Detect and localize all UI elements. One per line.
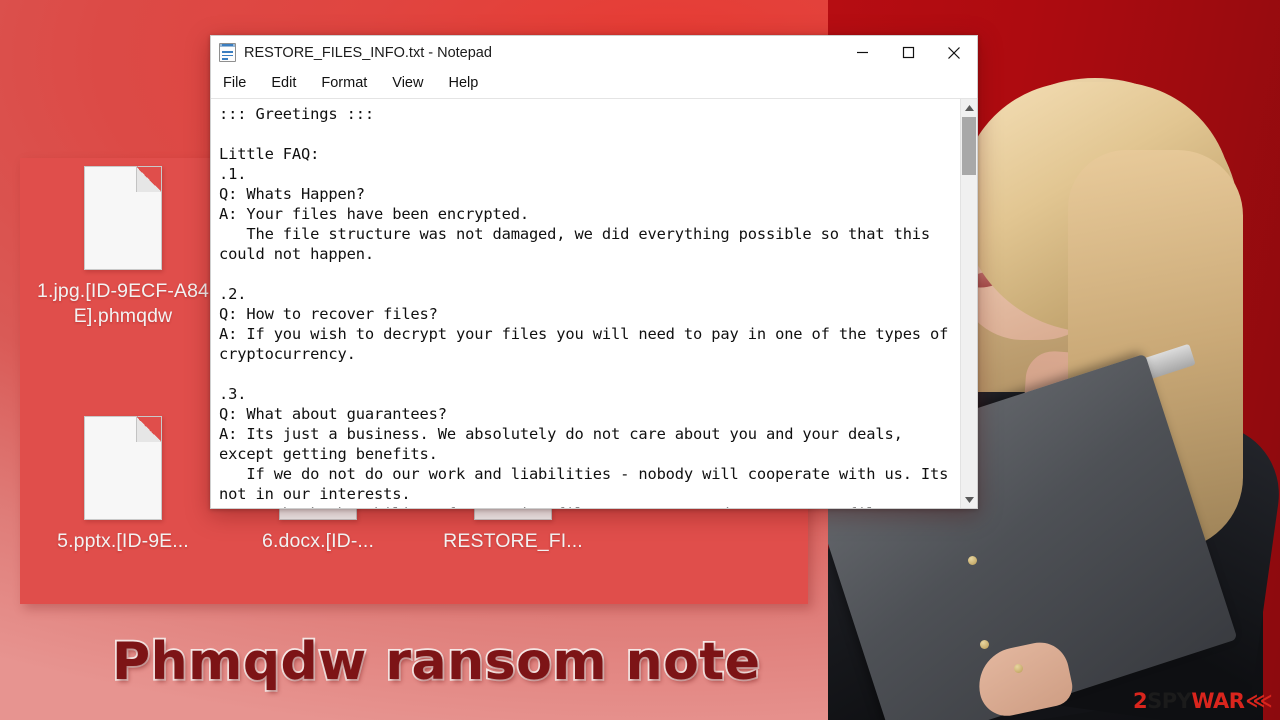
neck xyxy=(1020,349,1104,460)
scrollbar-thumb[interactable] xyxy=(962,117,976,175)
hair-strand xyxy=(1068,150,1243,550)
desktop-icon-5pptx[interactable]: 5.pptx.[ID-9E... xyxy=(28,416,218,554)
page-title: Phmqdw ransom note xyxy=(110,630,761,694)
screenshot-root: 1.jpg.[ID-9ECF-A84E].phmqdw 5.pptx.[ID-9… xyxy=(0,0,1280,720)
hand xyxy=(972,637,1076,720)
hair-front xyxy=(960,82,1232,332)
minimize-icon xyxy=(856,51,868,54)
title-bar[interactable]: RESTORE_FILES_INFO.txt - Notepad xyxy=(211,36,977,69)
desktop-icon-1jpg[interactable]: 1.jpg.[ID-9ECF-A84E].phmqdw xyxy=(28,166,218,329)
desktop-icon-label: 5.pptx.[ID-9E... xyxy=(57,530,189,552)
menu-item-format[interactable]: Format xyxy=(320,73,377,94)
desktop-icon-label: 6.docx.[ID-... xyxy=(262,530,374,552)
ransom-note-text[interactable]: ::: Greetings ::: Little FAQ: .1. Q: Wha… xyxy=(211,99,960,508)
minimize-button[interactable] xyxy=(839,37,885,69)
eyebrow xyxy=(973,190,1009,199)
window-title: RESTORE_FILES_INFO.txt - Notepad xyxy=(244,44,492,61)
desktop-icon-label: 1.jpg.[ID-9ECF-A84E].phmqdw xyxy=(37,280,209,327)
hair-back xyxy=(950,78,1240,518)
scroll-up-arrow-icon xyxy=(964,104,974,111)
scroll-up-button[interactable] xyxy=(961,99,977,116)
jacket-button xyxy=(968,556,977,565)
close-icon xyxy=(948,46,960,59)
jacket-button xyxy=(1014,664,1023,673)
text-file-icon xyxy=(84,416,162,520)
menu-item-file[interactable]: File xyxy=(222,73,256,94)
notepad-window[interactable]: RESTORE_FILES_INFO.txt - Notepad File Ed… xyxy=(210,35,978,509)
menu-item-view[interactable]: View xyxy=(391,73,433,94)
shirt xyxy=(983,424,1129,686)
site-watermark: 2 SPY WAR ⋘ xyxy=(1132,689,1273,713)
maximize-button[interactable] xyxy=(885,37,931,69)
menu-item-edit[interactable]: Edit xyxy=(270,73,306,94)
jacket-button xyxy=(980,640,989,649)
eye xyxy=(977,207,1003,219)
watermark-chevron-icon: ⋘ xyxy=(1245,690,1272,712)
jacket-lapel-right xyxy=(1058,408,1280,720)
scroll-down-button[interactable] xyxy=(961,491,977,508)
watermark-spy: SPY xyxy=(1147,689,1192,713)
menu-bar[interactable]: File Edit Format View Help xyxy=(211,69,977,99)
text-file-icon xyxy=(84,166,162,270)
vertical-scrollbar[interactable] xyxy=(960,99,977,508)
watermark-war: WAR xyxy=(1191,689,1245,713)
maximize-icon xyxy=(902,46,914,59)
desktop-icon-label: RESTORE_FI... xyxy=(443,530,583,552)
scroll-down-arrow-icon xyxy=(964,496,974,503)
close-button[interactable] xyxy=(931,37,977,69)
text-area-container: ::: Greetings ::: Little FAQ: .1. Q: Wha… xyxy=(211,99,977,508)
menu-item-help[interactable]: Help xyxy=(447,73,488,94)
notepad-icon xyxy=(219,43,236,62)
watermark-2: 2 xyxy=(1132,689,1148,713)
face xyxy=(956,128,1106,340)
